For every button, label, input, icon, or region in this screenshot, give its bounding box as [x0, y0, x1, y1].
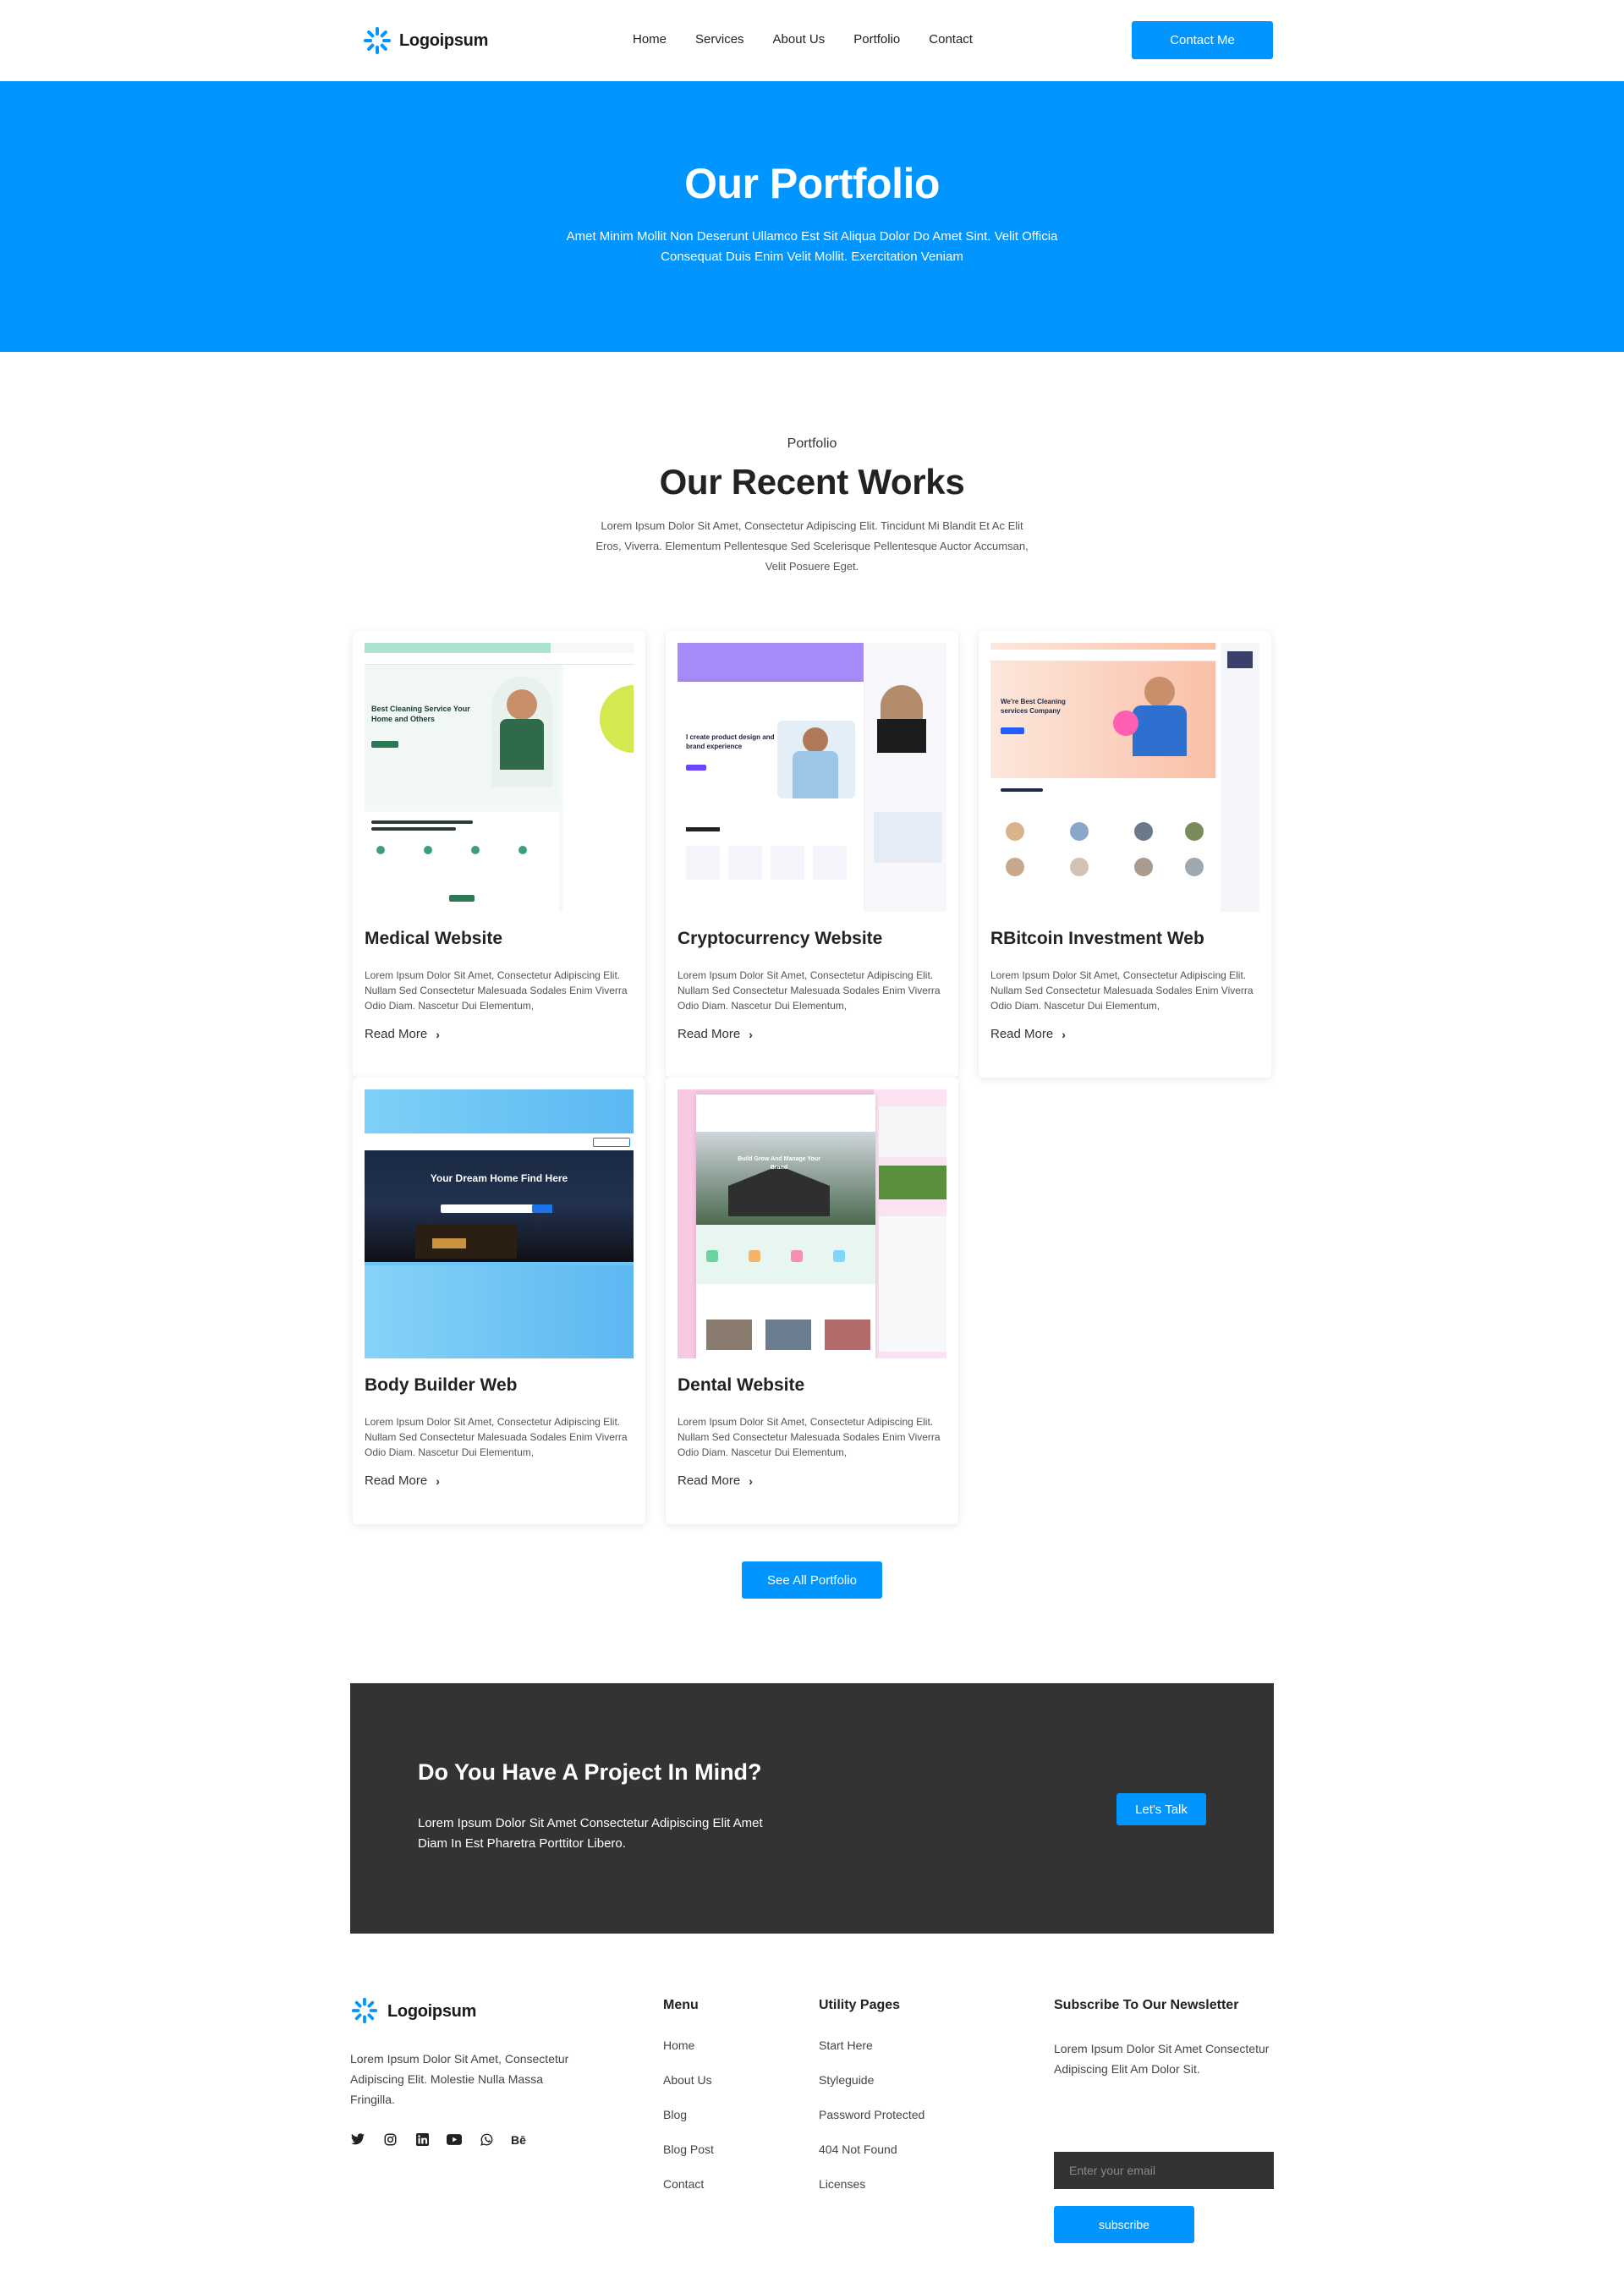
- card-description: Lorem Ipsum Dolor Sit Amet, Consectetur …: [678, 969, 941, 1012]
- footer-link-blog[interactable]: Blog: [663, 2108, 714, 2122]
- newsletter-column: Subscribe To Our Newsletter Lorem Ipsum …: [1054, 1998, 1274, 2243]
- youtube-icon[interactable]: [447, 2132, 462, 2150]
- nav-portfolio[interactable]: Portfolio: [853, 32, 900, 47]
- main-menu: Home Services About Us Portfolio Contact: [633, 32, 1001, 47]
- footer-utility-column: Utility Pages Start Here Styleguide Pass…: [819, 1998, 924, 2212]
- thumb-heading: I create product design and brand experi…: [686, 733, 775, 750]
- portfolio-card[interactable]: I create product design and brand experi…: [666, 631, 958, 1078]
- portfolio-card[interactable]: Best Cleaning Service Your Home and Othe…: [353, 631, 645, 1078]
- thumb-heading: Your Dream Home Find Here: [430, 1172, 568, 1184]
- social-links: Bē: [350, 2132, 526, 2150]
- footer-description: Lorem Ipsum Dolor Sit Amet, Consectetur …: [350, 2052, 569, 2106]
- nav-home[interactable]: Home: [633, 32, 667, 47]
- top-navbar: Logoipsum Home Services About Us Portfol…: [0, 0, 1624, 81]
- chevron-right-icon: ›: [436, 1027, 440, 1041]
- section-title: Our Recent Works: [659, 462, 965, 502]
- card-thumbnail: Build Grow And Manage Your Brand: [678, 1089, 946, 1358]
- card-description: Lorem Ipsum Dolor Sit Amet, Consectetur …: [678, 1416, 941, 1458]
- footer-link-about-us[interactable]: About Us: [663, 2073, 714, 2088]
- footer-link-contact[interactable]: Contact: [663, 2177, 714, 2192]
- read-more-link[interactable]: Read More ›: [365, 1473, 440, 1488]
- read-more-label: Read More: [365, 1027, 428, 1041]
- footer-link-start-here[interactable]: Start Here: [819, 2038, 924, 2053]
- see-all-portfolio-button[interactable]: See All Portfolio: [742, 1561, 882, 1599]
- whatsapp-icon[interactable]: [479, 2132, 494, 2150]
- footer-utility-title: Utility Pages: [819, 1998, 901, 2012]
- chevron-right-icon: ›: [436, 1473, 440, 1488]
- subscribe-button[interactable]: subscribe: [1054, 2206, 1194, 2243]
- logo-text: Logoipsum: [387, 2001, 477, 2021]
- section-eyebrow: Portfolio: [787, 436, 837, 451]
- nav-about-us[interactable]: About Us: [773, 32, 826, 47]
- newsletter-title: Subscribe To Our Newsletter: [1054, 1998, 1239, 2012]
- footer-link-password-protected[interactable]: Password Protected: [819, 2108, 924, 2122]
- logo-icon: [350, 1996, 381, 2027]
- card-thumbnail: Best Cleaning Service Your Home and Othe…: [365, 643, 634, 912]
- chevron-right-icon: ›: [749, 1027, 753, 1041]
- read-more-link[interactable]: Read More ›: [365, 1027, 440, 1041]
- logo-text: Logoipsum: [399, 30, 489, 50]
- read-more-link[interactable]: Read More ›: [678, 1027, 753, 1041]
- cta-text: Lorem Ipsum Dolor Sit Amet Consectetur A…: [418, 1816, 763, 1851]
- lets-talk-button[interactable]: Let's Talk: [1116, 1793, 1206, 1825]
- read-more-link[interactable]: Read More ›: [678, 1473, 753, 1488]
- twitter-icon[interactable]: [350, 2132, 365, 2149]
- portfolio-card[interactable]: Build Grow And Manage Your Brand Dental …: [666, 1078, 958, 1524]
- footer-link-blog-post[interactable]: Blog Post: [663, 2143, 714, 2157]
- read-more-label: Read More: [678, 1027, 741, 1041]
- read-more-link[interactable]: Read More ›: [990, 1027, 1066, 1041]
- chevron-right-icon: ›: [749, 1473, 753, 1488]
- logo[interactable]: Logoipsum: [362, 25, 488, 56]
- newsletter-email-input[interactable]: [1054, 2152, 1274, 2189]
- card-title: Medical Website: [365, 929, 502, 948]
- card-description: Lorem Ipsum Dolor Sit Amet, Consectetur …: [990, 969, 1254, 1012]
- recent-works-section: Portfolio Our Recent Works Lorem Ipsum D…: [0, 352, 1624, 1671]
- card-title: Cryptocurrency Website: [678, 929, 883, 948]
- card-description: Lorem Ipsum Dolor Sit Amet, Consectetur …: [365, 969, 628, 1012]
- chevron-right-icon: ›: [1062, 1027, 1066, 1041]
- card-title: Body Builder Web: [365, 1375, 518, 1395]
- card-thumbnail: I create product design and brand experi…: [678, 643, 946, 912]
- read-more-label: Read More: [990, 1027, 1054, 1041]
- hero-banner: Our Portfolio Amet Minim Mollit Non Dese…: [0, 81, 1624, 352]
- card-thumbnail: Your Dream Home Find Here: [365, 1089, 634, 1358]
- footer-link-home[interactable]: Home: [663, 2038, 714, 2053]
- card-title: RBitcoin Investment Web: [990, 929, 1204, 948]
- footer-logo[interactable]: Logoipsum: [350, 1996, 476, 2027]
- footer-link-404[interactable]: 404 Not Found: [819, 2143, 924, 2157]
- card-title: Dental Website: [678, 1375, 805, 1395]
- hero-title: Our Portfolio: [684, 160, 940, 207]
- newsletter-text: Lorem Ipsum Dolor Sit Amet Consectetur A…: [1054, 2042, 1270, 2076]
- instagram-icon[interactable]: [382, 2132, 398, 2150]
- portfolio-card[interactable]: Your Dream Home Find Here Body Builder W…: [353, 1078, 645, 1524]
- linkedin-icon[interactable]: [414, 2132, 430, 2150]
- behance-icon[interactable]: Bē: [511, 2132, 526, 2148]
- read-more-label: Read More: [365, 1473, 428, 1488]
- footer-menu-title: Menu: [663, 1998, 699, 2012]
- thumb-heading: Best Cleaning Service Your Home and Othe…: [371, 705, 470, 723]
- hero-subtitle: Amet Minim Mollit Non Deserunt Ullamco E…: [566, 229, 1058, 264]
- footer-link-styleguide[interactable]: Styleguide: [819, 2073, 924, 2088]
- portfolio-card[interactable]: We're Best Cleaning services Company RBi…: [979, 631, 1271, 1078]
- project-cta-banner: Do You Have A Project In Mind? Lorem Ips…: [350, 1683, 1274, 1934]
- thumb-heading: Build Grow And Manage Your Brand: [738, 1156, 820, 1171]
- section-subtitle: Lorem Ipsum Dolor Sit Amet, Consectetur …: [595, 519, 1029, 573]
- logo-icon: [362, 25, 392, 56]
- footer-link-licenses[interactable]: Licenses: [819, 2177, 924, 2192]
- footer-menu-column: Menu Home About Us Blog Blog Post Contac…: [663, 1998, 714, 2212]
- card-thumbnail: We're Best Cleaning services Company: [990, 643, 1259, 912]
- card-description: Lorem Ipsum Dolor Sit Amet, Consectetur …: [365, 1416, 628, 1458]
- contact-me-button[interactable]: Contact Me: [1132, 21, 1273, 59]
- site-footer: Logoipsum Lorem Ipsum Dolor Sit Amet, Co…: [0, 1979, 1624, 2288]
- cta-title: Do You Have A Project In Mind?: [418, 1759, 762, 1785]
- read-more-label: Read More: [678, 1473, 741, 1488]
- nav-services[interactable]: Services: [695, 32, 744, 47]
- nav-contact[interactable]: Contact: [929, 32, 973, 47]
- thumb-heading: We're Best Cleaning services Company: [1001, 698, 1066, 715]
